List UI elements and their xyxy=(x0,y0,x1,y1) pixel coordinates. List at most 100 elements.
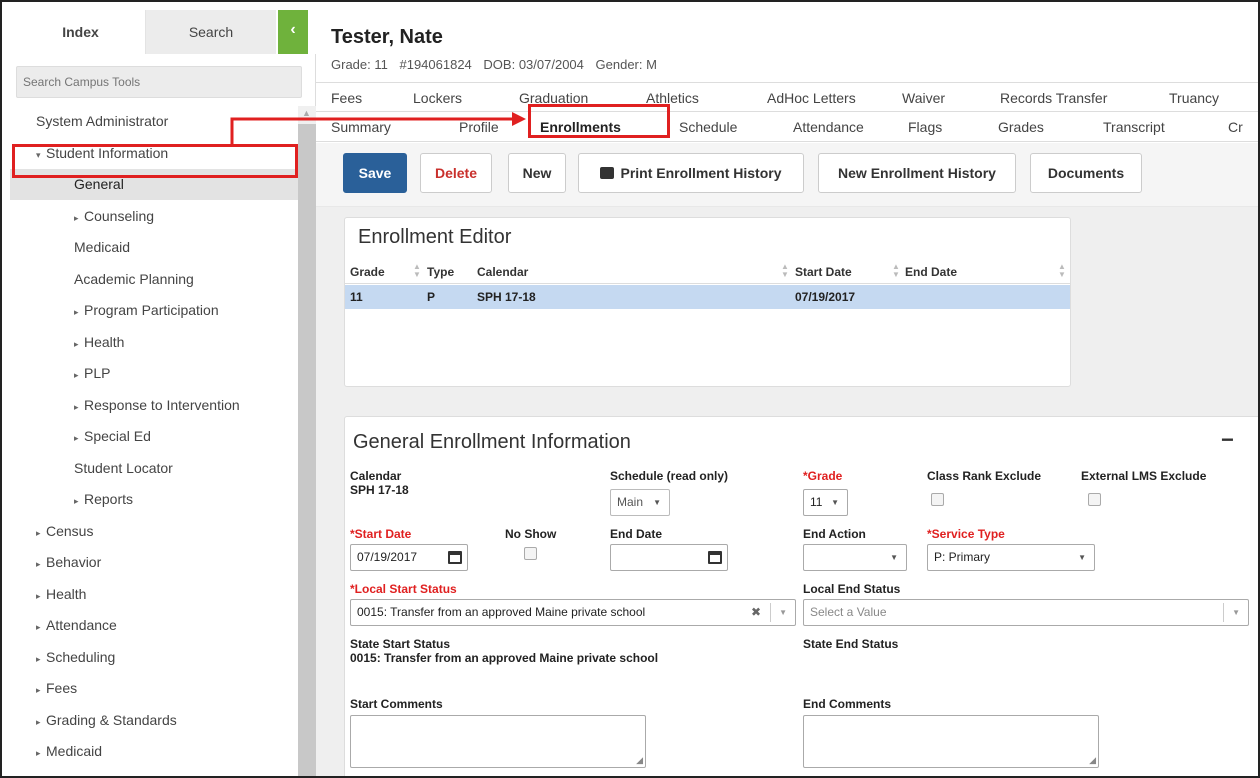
end-action-select[interactable]: ▼ xyxy=(803,544,907,571)
local-end-status-select[interactable]: Select a Value ▼ xyxy=(803,599,1249,626)
no-show-checkbox[interactable] xyxy=(524,547,537,560)
grade-select[interactable]: 11 ▼ xyxy=(803,489,848,516)
caret-down-icon[interactable]: ▼ xyxy=(1232,600,1240,625)
class-rank-exclude-checkbox[interactable] xyxy=(931,493,944,506)
tab[interactable]: Schedule xyxy=(679,112,737,142)
sidebar-item[interactable]: ▸ Program Participation xyxy=(10,295,298,326)
sidebar-item[interactable]: ▸ Response to Intervention xyxy=(10,390,298,421)
sort-icon[interactable]: ▲ ▼ xyxy=(413,263,421,279)
col-header-calendar[interactable]: Calendar xyxy=(477,260,528,284)
sidebar-item[interactable]: ▸ Health xyxy=(10,327,298,358)
collapsed-arrow-icon[interactable]: ▸ xyxy=(74,297,84,328)
tab[interactable]: Grades xyxy=(998,112,1044,142)
tab[interactable]: Attendance xyxy=(793,112,864,142)
tab[interactable]: Waiver xyxy=(902,83,945,113)
sidebar-item-label: Behavior xyxy=(46,554,102,570)
collapsed-arrow-icon[interactable]: ▸ xyxy=(36,675,46,706)
sidebar-item[interactable]: ▸ Reports xyxy=(10,484,298,515)
caret-down-icon[interactable]: ▼ xyxy=(779,600,787,625)
tab-index[interactable]: Index xyxy=(16,10,146,54)
new-enrollment-history-button[interactable]: New Enrollment History xyxy=(818,153,1016,193)
sort-icon[interactable]: ▲ ▼ xyxy=(1058,263,1066,279)
collapsed-arrow-icon[interactable]: ▸ xyxy=(74,423,84,454)
sidebar-item[interactable]: System Administrator xyxy=(10,106,298,137)
tab[interactable]: Records Transfer xyxy=(1000,83,1107,113)
tab[interactable]: Profile xyxy=(459,112,499,142)
tab[interactable]: Truancy xyxy=(1169,83,1219,113)
collapsed-arrow-icon[interactable]: ▸ xyxy=(36,518,46,549)
table-row[interactable]: 11 P SPH 17-18 07/19/2017 xyxy=(345,285,1070,309)
sidebar-item[interactable]: ▸ PLP xyxy=(10,358,298,389)
sidebar-item[interactable]: Medicaid xyxy=(10,232,298,263)
col-header-end-date[interactable]: End Date xyxy=(905,260,957,284)
collapsed-arrow-icon[interactable]: ▸ xyxy=(36,738,46,769)
tab[interactable]: Summary xyxy=(331,112,391,142)
start-date-field[interactable]: 07/19/2017 xyxy=(350,544,468,571)
collapsed-arrow-icon[interactable]: ▸ xyxy=(36,644,46,675)
cell-calendar: SPH 17-18 xyxy=(477,290,536,304)
sidebar-item-label: Special Ed xyxy=(84,428,151,444)
collapse-icon[interactable]: − xyxy=(1221,427,1234,453)
clear-icon[interactable]: ✖ xyxy=(751,600,761,625)
sidebar-item[interactable]: ▸ Scheduling xyxy=(10,642,298,673)
end-action-label: End Action xyxy=(803,527,866,541)
sidebar-item[interactable]: Student Locator xyxy=(10,453,298,484)
collapsed-arrow-icon[interactable]: ▸ xyxy=(74,392,84,423)
col-header-grade[interactable]: Grade xyxy=(350,260,385,284)
search-campus-tools-input[interactable] xyxy=(16,66,302,98)
delete-button[interactable]: Delete xyxy=(420,153,492,193)
resize-grip-icon[interactable]: ◢ xyxy=(1089,755,1096,766)
service-type-select[interactable]: P: Primary ▼ xyxy=(927,544,1095,571)
documents-button[interactable]: Documents xyxy=(1030,153,1142,193)
tab[interactable]: Cr xyxy=(1228,112,1243,142)
calendar-icon[interactable] xyxy=(708,551,722,564)
tab[interactable]: Flags xyxy=(908,112,942,142)
end-date-field[interactable] xyxy=(610,544,728,571)
resize-grip-icon[interactable]: ◢ xyxy=(636,755,643,766)
scrollbar-thumb[interactable] xyxy=(298,124,316,776)
sidebar-item[interactable]: ▸ Counseling xyxy=(10,201,298,232)
class-rank-exclude-label: Class Rank Exclude xyxy=(927,469,1042,483)
sidebar-scrollbar[interactable]: ▲ xyxy=(298,106,316,776)
local-start-status-select[interactable]: 0015: Transfer from an approved Maine pr… xyxy=(350,599,796,626)
calendar-icon[interactable] xyxy=(448,551,462,564)
tab-search[interactable]: Search xyxy=(146,10,276,54)
collapsed-arrow-icon[interactable]: ▸ xyxy=(74,486,84,517)
collapsed-arrow-icon[interactable]: ▸ xyxy=(36,549,46,580)
tab[interactable]: Transcript xyxy=(1103,112,1165,142)
sidebar-item[interactable]: ▸ Census xyxy=(10,516,298,547)
collapsed-arrow-icon[interactable]: ▸ xyxy=(36,612,46,643)
save-button[interactable]: Save xyxy=(343,153,407,193)
sidebar-item-label: Scheduling xyxy=(46,648,116,665)
sort-icon[interactable]: ▲ ▼ xyxy=(892,263,900,279)
collapsed-arrow-icon[interactable]: ▸ xyxy=(36,581,46,612)
col-header-start-date[interactable]: Start Date xyxy=(795,260,852,284)
external-lms-exclude-checkbox[interactable] xyxy=(1088,493,1101,506)
sidebar-item[interactable]: ▸ Health xyxy=(10,579,298,610)
tab[interactable]: Lockers xyxy=(413,83,462,113)
new-button[interactable]: New xyxy=(508,153,566,193)
sidebar-item[interactable]: ▸ Attendance xyxy=(10,610,298,641)
collapsed-arrow-icon[interactable]: ▸ xyxy=(74,360,84,391)
collapsed-arrow-icon[interactable]: ▸ xyxy=(36,707,46,738)
collapse-sidebar-icon[interactable]: ‹ xyxy=(278,10,308,54)
tab[interactable]: AdHoc Letters xyxy=(767,83,856,113)
collapsed-arrow-icon[interactable]: ▸ xyxy=(74,329,84,360)
tab[interactable]: Fees xyxy=(331,83,362,113)
sidebar-item[interactable]: ▸ Medicaid xyxy=(10,736,298,767)
sidebar-item-label: System Administrator xyxy=(36,113,169,129)
sidebar-item[interactable]: ▸ Special Ed xyxy=(10,421,298,452)
col-header-type[interactable]: Type xyxy=(427,260,454,284)
sidebar-item[interactable]: Academic Planning xyxy=(10,264,298,295)
start-comments-textarea[interactable]: ◢ xyxy=(350,715,646,768)
sidebar-item[interactable]: ▸ Behavior xyxy=(10,547,298,578)
scroll-up-icon[interactable]: ▲ xyxy=(302,108,311,118)
sidebar-item[interactable]: ▸ Fees xyxy=(10,673,298,704)
collapsed-arrow-icon[interactable]: ▸ xyxy=(74,203,84,234)
general-enrollment-title: General Enrollment Information xyxy=(353,431,631,453)
sidebar-item[interactable]: ▸ Grading & Standards xyxy=(10,705,298,736)
print-enrollment-history-button[interactable]: Print Enrollment History xyxy=(578,153,804,193)
end-comments-textarea[interactable]: ◢ xyxy=(803,715,1099,768)
sort-icon[interactable]: ▲ ▼ xyxy=(781,263,789,279)
local-end-status-placeholder: Select a Value xyxy=(810,605,887,619)
